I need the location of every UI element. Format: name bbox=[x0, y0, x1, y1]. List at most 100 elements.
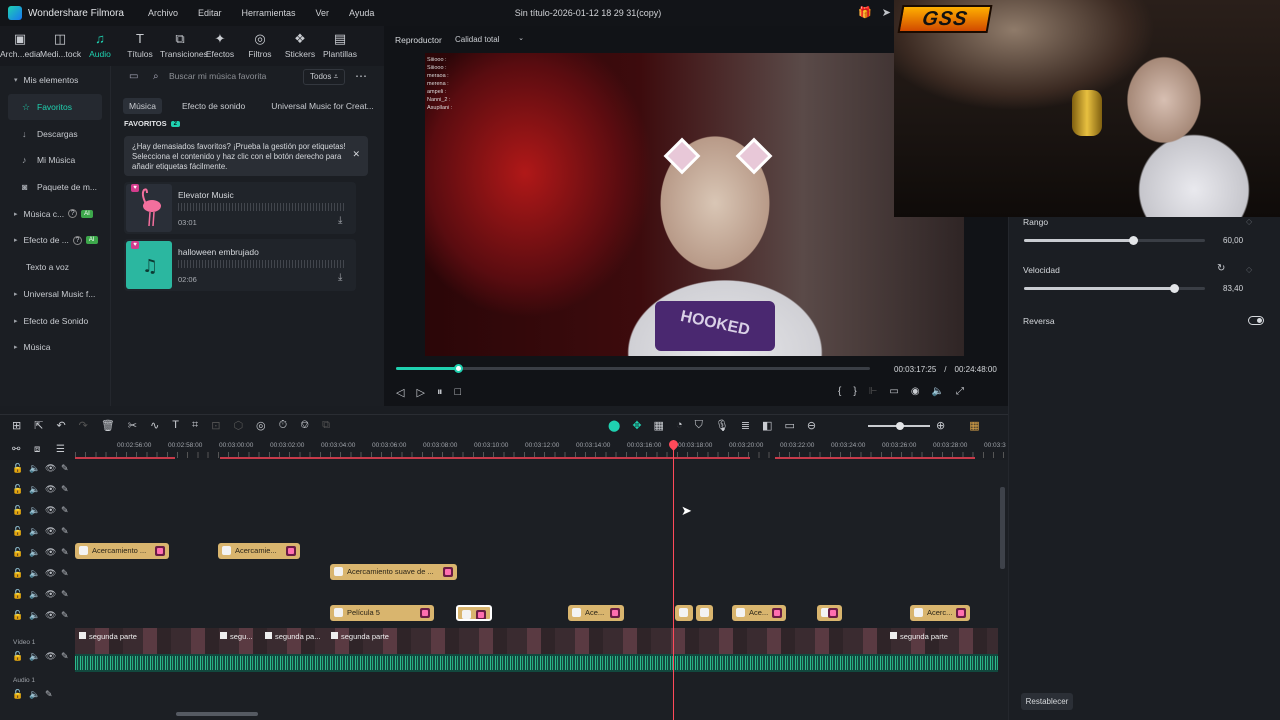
render-icon[interactable]: ⬤ bbox=[608, 419, 620, 432]
eye-icon[interactable]: 👁 bbox=[45, 610, 56, 621]
eye-icon[interactable]: 👁 bbox=[45, 526, 56, 537]
effect-clip[interactable]: Acercamie... bbox=[218, 543, 300, 559]
cut-icon[interactable]: ✂ bbox=[128, 419, 137, 432]
sidebar-item-mis-elementos[interactable]: ▾ Mis elementos bbox=[0, 67, 110, 94]
lock-icon[interactable]: 🔓 bbox=[12, 651, 23, 662]
menu-herramientas[interactable]: Herramientas bbox=[242, 8, 296, 18]
menu-editar[interactable]: Editar bbox=[198, 8, 222, 18]
horizontal-scrollbar[interactable] bbox=[176, 712, 258, 716]
mute-icon[interactable]: 🔈 bbox=[29, 610, 40, 621]
delete-icon[interactable]: 🗑 bbox=[101, 419, 115, 432]
snap-icon[interactable]: ✥ bbox=[632, 419, 641, 432]
lock-icon[interactable]: 🔓 bbox=[12, 463, 23, 474]
sidebar-item-descargas[interactable]: ↓ Descargas bbox=[0, 120, 110, 147]
more-options-icon[interactable]: ⋯ bbox=[355, 69, 367, 83]
music-item-elevator[interactable]: ♥ Elevator Music 03:01 ⤓ bbox=[124, 182, 356, 234]
lock-icon[interactable]: 🔓 bbox=[12, 589, 23, 600]
tool-audio[interactable]: ♫ Audio bbox=[80, 26, 120, 66]
folder-icon[interactable]: ▭ bbox=[129, 71, 138, 82]
lock-icon[interactable]: 🔓 bbox=[12, 505, 23, 516]
tab-efecto-de-sonido[interactable]: Efecto de sonido bbox=[176, 98, 251, 114]
sidebar-item-texto-a-voz[interactable]: Texto a voz bbox=[0, 254, 110, 281]
scene-detect-icon[interactable]: ▦ bbox=[654, 419, 664, 432]
track-add-icon[interactable]: ⧈ bbox=[34, 444, 40, 455]
stabilize-icon[interactable]: ⧉ bbox=[322, 419, 330, 432]
timeline-ruler[interactable]: 00:02:56:00 00:02:58:00 00:03:00:00 00:03:0… bbox=[75, 438, 1006, 460]
lock-icon[interactable]: 🔓 bbox=[12, 568, 23, 579]
mark-out-icon[interactable]: } bbox=[853, 386, 856, 397]
search-input[interactable]: Buscar mi música favorita bbox=[169, 71, 266, 81]
favorite-icon[interactable]: ♥ bbox=[131, 241, 139, 249]
effect-clip[interactable] bbox=[675, 605, 693, 621]
step-back-icon[interactable]: ◁ bbox=[396, 386, 404, 399]
grid-view-icon[interactable]: ▦ bbox=[969, 419, 979, 432]
zoom-slider[interactable] bbox=[868, 422, 930, 430]
sidebar-item-mi-musica[interactable]: ♪ Mi Música bbox=[0, 147, 110, 174]
mute-icon[interactable]: 🔈 bbox=[29, 484, 40, 495]
sidebar-item-efecto-sonido[interactable]: ▸ Efecto de Sonido bbox=[0, 307, 110, 334]
ai-tools-icon[interactable]: ◎ bbox=[256, 419, 266, 432]
track-manage-icon[interactable]: ☰ bbox=[56, 444, 65, 455]
wand-icon[interactable]: ✎ bbox=[61, 610, 69, 621]
sidebar-item-musica[interactable]: ▸ Música bbox=[0, 334, 110, 361]
slider-handle[interactable] bbox=[1170, 284, 1180, 293]
tool-filters[interactable]: ◎ Filtros bbox=[240, 26, 280, 66]
wand-icon[interactable]: ✎ bbox=[61, 651, 69, 662]
insert-icon[interactable]: ⊩ bbox=[869, 386, 878, 397]
wave-icon[interactable]: ✎ bbox=[45, 689, 53, 700]
wand-icon[interactable]: ✎ bbox=[61, 526, 69, 537]
effect-clip[interactable] bbox=[456, 605, 492, 621]
tool-media[interactable]: ▣ Arch...edia bbox=[0, 26, 41, 66]
wand-icon[interactable]: ✎ bbox=[61, 589, 69, 600]
rango-value[interactable]: 60,00 bbox=[1213, 233, 1263, 249]
reset-icon[interactable]: ↻ bbox=[1217, 263, 1225, 274]
zoom-out-icon[interactable]: ⊖ bbox=[807, 419, 816, 432]
tool-templates[interactable]: ▤ Plantillas bbox=[320, 26, 360, 66]
select-tool-icon[interactable]: ⇱ bbox=[34, 419, 43, 432]
reversa-toggle[interactable] bbox=[1248, 316, 1264, 325]
lock-icon[interactable]: 🔓 bbox=[12, 610, 23, 621]
effect-clip[interactable]: Película 5 bbox=[330, 605, 434, 621]
effect-clip[interactable]: Acercamiento ... bbox=[75, 543, 169, 559]
layout-icon[interactable]: ⊞ bbox=[12, 419, 21, 432]
stop-icon[interactable]: □ bbox=[454, 386, 461, 399]
lock-icon[interactable]: 🔓 bbox=[12, 484, 23, 495]
wand-icon[interactable]: ✎ bbox=[61, 505, 69, 516]
scrubber-handle[interactable] bbox=[453, 364, 463, 373]
slider-handle[interactable] bbox=[1128, 236, 1138, 245]
menu-ayuda[interactable]: Ayuda bbox=[349, 8, 374, 18]
menu-archivo[interactable]: Archivo bbox=[148, 8, 178, 18]
effect-clip[interactable] bbox=[817, 605, 842, 621]
sidebar-item-paquete[interactable]: ◙ Paquete de m... bbox=[0, 174, 110, 201]
mute-icon[interactable]: 🔈 bbox=[29, 568, 40, 579]
mark-in-icon[interactable]: { bbox=[838, 386, 841, 397]
menu-ver[interactable]: Ver bbox=[316, 8, 330, 18]
fullscreen-icon[interactable]: ⤢ bbox=[956, 386, 964, 397]
zoom-in-icon[interactable]: ⊕ bbox=[936, 419, 945, 432]
wand-icon[interactable]: ✎ bbox=[61, 568, 69, 579]
mute-icon[interactable]: 🔈 bbox=[29, 547, 40, 558]
tool-stickers[interactable]: ❖ Stickers bbox=[280, 26, 320, 66]
keyframe-icon[interactable]: ◇ bbox=[1246, 217, 1252, 226]
sidebar-item-favoritos[interactable]: ☆ Favoritos bbox=[8, 93, 102, 121]
volume-icon[interactable]: 🔈 bbox=[932, 386, 944, 397]
effect-clip[interactable]: Acercamiento suave de ... bbox=[330, 564, 457, 580]
mute-icon[interactable]: 🔈 bbox=[29, 589, 40, 600]
music-item-halloween[interactable]: ♫ ♥ halloween embrujado 02:06 ⤓ bbox=[124, 239, 356, 291]
lock-icon[interactable]: 🔓 bbox=[12, 689, 23, 700]
download-icon[interactable]: ⤓ bbox=[338, 215, 342, 226]
mic-icon[interactable]: 🎙 bbox=[715, 419, 729, 432]
eye-icon[interactable]: 👁 bbox=[45, 589, 56, 600]
auto-beat-icon[interactable]: ◔ bbox=[676, 419, 683, 432]
tab-universal-music[interactable]: Universal Music for Creat... bbox=[265, 98, 380, 114]
pip-icon[interactable]: ◧ bbox=[762, 419, 772, 432]
eye-icon[interactable]: 👁 bbox=[45, 568, 56, 579]
subtitle-icon[interactable]: ▭ bbox=[784, 419, 794, 432]
vertical-scrollbar[interactable] bbox=[1000, 487, 1005, 569]
quality-dropdown[interactable]: Calidad total ⌄ bbox=[450, 32, 528, 48]
sidebar-item-efecto-ai[interactable]: ▸ Efecto de ...? AI bbox=[0, 227, 110, 254]
playhead[interactable] bbox=[667, 438, 680, 720]
redo-icon[interactable]: ↷ bbox=[79, 419, 88, 432]
tool-transitions[interactable]: ⧉ Transiciones bbox=[160, 26, 208, 66]
restablecer-button[interactable]: Restablecer bbox=[1021, 693, 1073, 710]
